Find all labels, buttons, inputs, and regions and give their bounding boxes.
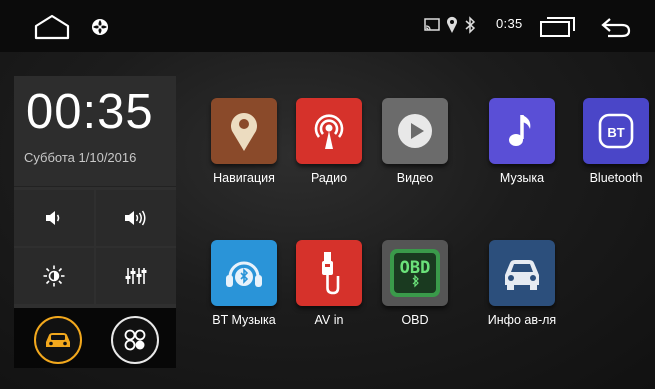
status-time: 0:35 [496, 16, 523, 31]
apps-icon [124, 329, 146, 351]
app-tile [489, 98, 555, 164]
fan-icon [90, 17, 110, 37]
volume-up-icon [125, 210, 146, 226]
svg-text:OBD: OBD [400, 258, 431, 278]
back-icon[interactable] [598, 15, 632, 39]
bt-music-icon [226, 261, 262, 287]
recents-icon[interactable] [539, 16, 577, 38]
status-bar: 0:35 [0, 0, 655, 52]
app-obd[interactable]: OBD OBD [370, 240, 460, 336]
app-label: Bluetooth [589, 171, 643, 185]
app-tile [211, 240, 277, 306]
video-icon [398, 114, 432, 148]
equalizer-button[interactable] [96, 248, 176, 304]
music-icon [509, 115, 531, 146]
app-tile [489, 240, 555, 306]
car-icon [46, 333, 70, 347]
volume-down-icon [46, 211, 60, 225]
app-tile [211, 98, 277, 164]
volume-down-button[interactable] [14, 190, 94, 246]
location-icon [446, 15, 458, 35]
app-label: Инфо ав-ля [487, 313, 557, 327]
car-button[interactable] [34, 316, 82, 364]
clock-date: Суббота 1/10/2016 [24, 150, 137, 165]
navigation-icon [231, 113, 257, 151]
bluetooth-app-icon: BT [598, 113, 634, 149]
app-tile [382, 98, 448, 164]
app-video[interactable]: Видео [370, 98, 460, 194]
clock-panel: 00:35 Суббота 1/10/2016 [14, 76, 176, 368]
bluetooth-icon [464, 15, 476, 35]
app-bluetooth[interactable]: BT Bluetooth [571, 98, 655, 194]
obd-icon: OBD [390, 249, 440, 297]
clock-widget[interactable]: 00:35 Суббота 1/10/2016 [14, 76, 176, 187]
radio-icon [314, 114, 344, 149]
equalizer-icon [125, 268, 147, 284]
app-label: OBD [401, 313, 429, 327]
all-apps-button[interactable] [111, 316, 159, 364]
app-car-info[interactable]: Инфо ав-ля [477, 240, 567, 336]
svg-text:BT: BT [607, 125, 624, 140]
app-tile: OBD [382, 240, 448, 306]
app-tile [296, 240, 362, 306]
car-info-icon [505, 260, 539, 290]
av-in-icon [322, 252, 340, 295]
home-icon[interactable] [30, 12, 74, 42]
cast-icon [424, 17, 440, 33]
app-music[interactable]: Музыка [477, 98, 567, 194]
app-tile [296, 98, 362, 164]
volume-up-button[interactable] [96, 190, 176, 246]
app-tile: BT [583, 98, 649, 164]
brightness-button[interactable] [14, 248, 94, 304]
clock-time: 00:35 [26, 85, 154, 139]
app-label: Видео [396, 171, 434, 185]
brightness-icon [43, 265, 65, 287]
